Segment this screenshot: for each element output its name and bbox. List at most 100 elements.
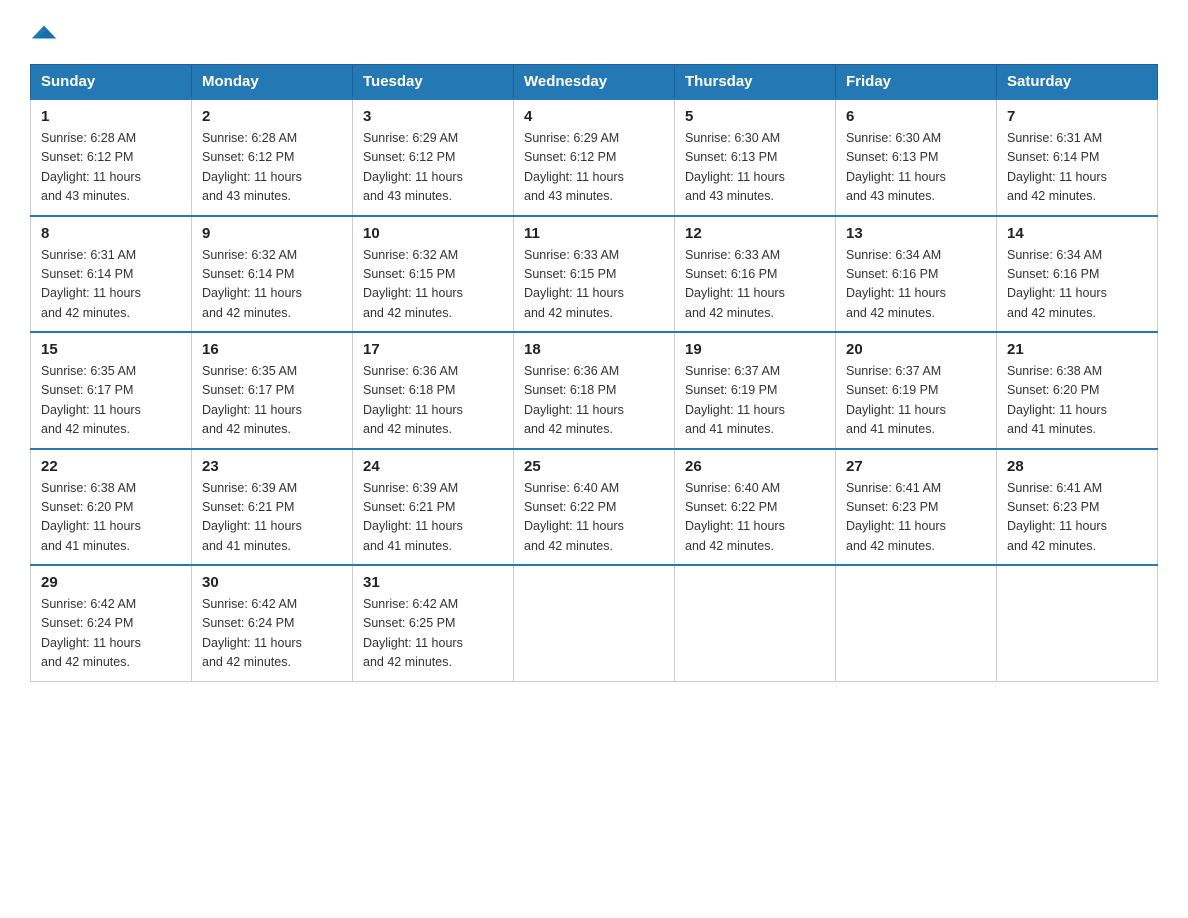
day-number: 9 [202, 225, 342, 242]
calendar-cell: 25 Sunrise: 6:40 AM Sunset: 6:22 PM Dayl… [514, 449, 675, 566]
day-info: Sunrise: 6:38 AM Sunset: 6:20 PM Dayligh… [1007, 362, 1147, 440]
calendar-cell: 24 Sunrise: 6:39 AM Sunset: 6:21 PM Dayl… [353, 449, 514, 566]
calendar-cell: 16 Sunrise: 6:35 AM Sunset: 6:17 PM Dayl… [192, 332, 353, 449]
calendar-cell: 22 Sunrise: 6:38 AM Sunset: 6:20 PM Dayl… [31, 449, 192, 566]
day-info: Sunrise: 6:36 AM Sunset: 6:18 PM Dayligh… [363, 362, 503, 440]
day-info: Sunrise: 6:33 AM Sunset: 6:16 PM Dayligh… [685, 246, 825, 324]
day-number: 25 [524, 458, 664, 475]
calendar-cell: 15 Sunrise: 6:35 AM Sunset: 6:17 PM Dayl… [31, 332, 192, 449]
week-row-5: 29 Sunrise: 6:42 AM Sunset: 6:24 PM Dayl… [31, 565, 1158, 681]
day-info: Sunrise: 6:40 AM Sunset: 6:22 PM Dayligh… [685, 479, 825, 557]
day-info: Sunrise: 6:30 AM Sunset: 6:13 PM Dayligh… [685, 129, 825, 207]
day-number: 23 [202, 458, 342, 475]
calendar-cell: 14 Sunrise: 6:34 AM Sunset: 6:16 PM Dayl… [997, 216, 1158, 333]
calendar-cell: 20 Sunrise: 6:37 AM Sunset: 6:19 PM Dayl… [836, 332, 997, 449]
day-number: 8 [41, 225, 181, 242]
header-friday: Friday [836, 65, 997, 100]
calendar-cell [997, 565, 1158, 681]
day-info: Sunrise: 6:35 AM Sunset: 6:17 PM Dayligh… [202, 362, 342, 440]
day-number: 17 [363, 341, 503, 358]
day-number: 20 [846, 341, 986, 358]
weekday-header-row: SundayMondayTuesdayWednesdayThursdayFrid… [31, 65, 1158, 100]
header-sunday: Sunday [31, 65, 192, 100]
day-number: 27 [846, 458, 986, 475]
header-saturday: Saturday [997, 65, 1158, 100]
day-info: Sunrise: 6:28 AM Sunset: 6:12 PM Dayligh… [41, 129, 181, 207]
day-info: Sunrise: 6:29 AM Sunset: 6:12 PM Dayligh… [363, 129, 503, 207]
day-info: Sunrise: 6:31 AM Sunset: 6:14 PM Dayligh… [41, 246, 181, 324]
day-number: 29 [41, 574, 181, 591]
day-info: Sunrise: 6:28 AM Sunset: 6:12 PM Dayligh… [202, 129, 342, 207]
day-info: Sunrise: 6:39 AM Sunset: 6:21 PM Dayligh… [202, 479, 342, 557]
day-info: Sunrise: 6:37 AM Sunset: 6:19 PM Dayligh… [685, 362, 825, 440]
day-info: Sunrise: 6:31 AM Sunset: 6:14 PM Dayligh… [1007, 129, 1147, 207]
day-number: 28 [1007, 458, 1147, 475]
calendar-cell: 31 Sunrise: 6:42 AM Sunset: 6:25 PM Dayl… [353, 565, 514, 681]
day-number: 12 [685, 225, 825, 242]
calendar-cell: 4 Sunrise: 6:29 AM Sunset: 6:12 PM Dayli… [514, 99, 675, 216]
day-info: Sunrise: 6:34 AM Sunset: 6:16 PM Dayligh… [846, 246, 986, 324]
calendar-cell: 11 Sunrise: 6:33 AM Sunset: 6:15 PM Dayl… [514, 216, 675, 333]
day-number: 6 [846, 108, 986, 125]
calendar-cell [675, 565, 836, 681]
calendar-cell: 18 Sunrise: 6:36 AM Sunset: 6:18 PM Dayl… [514, 332, 675, 449]
day-number: 15 [41, 341, 181, 358]
day-info: Sunrise: 6:33 AM Sunset: 6:15 PM Dayligh… [524, 246, 664, 324]
day-number: 18 [524, 341, 664, 358]
day-number: 4 [524, 108, 664, 125]
day-info: Sunrise: 6:40 AM Sunset: 6:22 PM Dayligh… [524, 479, 664, 557]
day-number: 24 [363, 458, 503, 475]
calendar-cell: 5 Sunrise: 6:30 AM Sunset: 6:13 PM Dayli… [675, 99, 836, 216]
calendar-cell [514, 565, 675, 681]
day-info: Sunrise: 6:37 AM Sunset: 6:19 PM Dayligh… [846, 362, 986, 440]
calendar-cell: 2 Sunrise: 6:28 AM Sunset: 6:12 PM Dayli… [192, 99, 353, 216]
calendar-cell: 21 Sunrise: 6:38 AM Sunset: 6:20 PM Dayl… [997, 332, 1158, 449]
week-row-2: 8 Sunrise: 6:31 AM Sunset: 6:14 PM Dayli… [31, 216, 1158, 333]
calendar-cell: 7 Sunrise: 6:31 AM Sunset: 6:14 PM Dayli… [997, 99, 1158, 216]
day-number: 7 [1007, 108, 1147, 125]
day-number: 11 [524, 225, 664, 242]
calendar-cell: 13 Sunrise: 6:34 AM Sunset: 6:16 PM Dayl… [836, 216, 997, 333]
day-info: Sunrise: 6:41 AM Sunset: 6:23 PM Dayligh… [1007, 479, 1147, 557]
day-number: 31 [363, 574, 503, 591]
logo [30, 20, 58, 48]
day-number: 1 [41, 108, 181, 125]
day-info: Sunrise: 6:35 AM Sunset: 6:17 PM Dayligh… [41, 362, 181, 440]
week-row-3: 15 Sunrise: 6:35 AM Sunset: 6:17 PM Dayl… [31, 332, 1158, 449]
week-row-1: 1 Sunrise: 6:28 AM Sunset: 6:12 PM Dayli… [31, 99, 1158, 216]
calendar-cell: 30 Sunrise: 6:42 AM Sunset: 6:24 PM Dayl… [192, 565, 353, 681]
day-number: 19 [685, 341, 825, 358]
calendar-cell: 3 Sunrise: 6:29 AM Sunset: 6:12 PM Dayli… [353, 99, 514, 216]
calendar-cell: 10 Sunrise: 6:32 AM Sunset: 6:15 PM Dayl… [353, 216, 514, 333]
day-info: Sunrise: 6:41 AM Sunset: 6:23 PM Dayligh… [846, 479, 986, 557]
calendar-cell: 26 Sunrise: 6:40 AM Sunset: 6:22 PM Dayl… [675, 449, 836, 566]
logo-icon [30, 18, 58, 46]
day-info: Sunrise: 6:39 AM Sunset: 6:21 PM Dayligh… [363, 479, 503, 557]
day-info: Sunrise: 6:32 AM Sunset: 6:15 PM Dayligh… [363, 246, 503, 324]
calendar-cell: 17 Sunrise: 6:36 AM Sunset: 6:18 PM Dayl… [353, 332, 514, 449]
calendar-cell: 19 Sunrise: 6:37 AM Sunset: 6:19 PM Dayl… [675, 332, 836, 449]
day-number: 2 [202, 108, 342, 125]
day-info: Sunrise: 6:38 AM Sunset: 6:20 PM Dayligh… [41, 479, 181, 557]
calendar-cell: 9 Sunrise: 6:32 AM Sunset: 6:14 PM Dayli… [192, 216, 353, 333]
day-number: 14 [1007, 225, 1147, 242]
calendar-cell: 27 Sunrise: 6:41 AM Sunset: 6:23 PM Dayl… [836, 449, 997, 566]
day-info: Sunrise: 6:32 AM Sunset: 6:14 PM Dayligh… [202, 246, 342, 324]
day-number: 5 [685, 108, 825, 125]
calendar-cell: 1 Sunrise: 6:28 AM Sunset: 6:12 PM Dayli… [31, 99, 192, 216]
calendar-cell: 23 Sunrise: 6:39 AM Sunset: 6:21 PM Dayl… [192, 449, 353, 566]
calendar-cell: 12 Sunrise: 6:33 AM Sunset: 6:16 PM Dayl… [675, 216, 836, 333]
day-info: Sunrise: 6:34 AM Sunset: 6:16 PM Dayligh… [1007, 246, 1147, 324]
calendar-cell [836, 565, 997, 681]
day-info: Sunrise: 6:29 AM Sunset: 6:12 PM Dayligh… [524, 129, 664, 207]
calendar-cell: 29 Sunrise: 6:42 AM Sunset: 6:24 PM Dayl… [31, 565, 192, 681]
header-thursday: Thursday [675, 65, 836, 100]
day-info: Sunrise: 6:42 AM Sunset: 6:25 PM Dayligh… [363, 595, 503, 673]
calendar-cell: 8 Sunrise: 6:31 AM Sunset: 6:14 PM Dayli… [31, 216, 192, 333]
day-info: Sunrise: 6:36 AM Sunset: 6:18 PM Dayligh… [524, 362, 664, 440]
day-number: 16 [202, 341, 342, 358]
header-monday: Monday [192, 65, 353, 100]
day-number: 30 [202, 574, 342, 591]
week-row-4: 22 Sunrise: 6:38 AM Sunset: 6:20 PM Dayl… [31, 449, 1158, 566]
header-tuesday: Tuesday [353, 65, 514, 100]
